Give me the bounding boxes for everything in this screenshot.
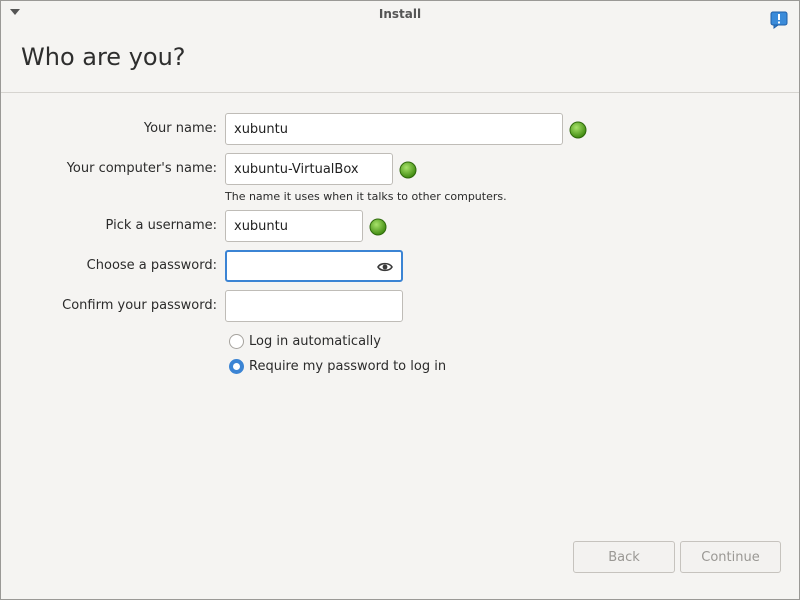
- login-automatically-label: Log in automatically: [249, 333, 381, 349]
- require-password-option[interactable]: Require my password to log in: [229, 357, 446, 375]
- require-password-label: Require my password to log in: [249, 358, 447, 374]
- back-button[interactable]: Back: [573, 541, 675, 573]
- show-password-eye-icon[interactable]: [377, 259, 393, 275]
- username-input[interactable]: [225, 210, 363, 242]
- continue-button[interactable]: Continue: [680, 541, 781, 573]
- page-title: Who are you?: [21, 43, 186, 71]
- computer-name-label: Your computer's name:: [66, 161, 217, 176]
- computer-name-input[interactable]: [225, 153, 393, 185]
- password-label: Choose a password:: [86, 258, 217, 273]
- installer-window: Install Who are you? Your name: Your com…: [0, 0, 800, 600]
- computer-name-ok-icon: [399, 161, 417, 179]
- require-password-radio[interactable]: [229, 358, 244, 374]
- name-ok-icon: [569, 121, 587, 139]
- your-name-input[interactable]: [225, 113, 563, 145]
- your-name-label: Your name:: [143, 121, 217, 136]
- login-automatically-option[interactable]: Log in automatically: [229, 332, 381, 350]
- notification-info-icon[interactable]: [770, 11, 788, 29]
- computer-name-hint: The name it uses when it talks to other …: [225, 190, 507, 203]
- window-title: Install: [378, 7, 422, 21]
- confirm-password-input[interactable]: [225, 290, 403, 322]
- username-ok-icon: [369, 218, 387, 236]
- username-label: Pick a username:: [105, 218, 217, 233]
- header-divider: [1, 92, 799, 93]
- login-automatically-radio[interactable]: [229, 333, 244, 349]
- title-bar: Install: [1, 1, 799, 29]
- confirm-password-label: Confirm your password:: [62, 298, 217, 313]
